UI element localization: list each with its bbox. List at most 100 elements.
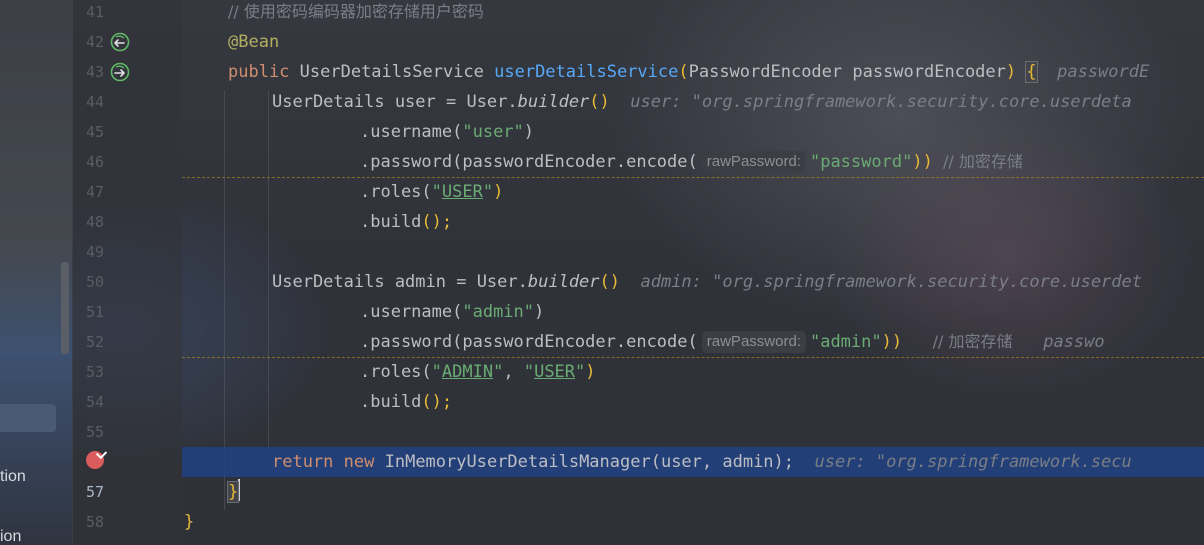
code-editor[interactable]: // 使用密码编码器加密存储用户密码 @Bean public UserDeta… [182, 0, 1204, 545]
line-number: 53 [85, 363, 104, 381]
line-number-current: 57 [85, 483, 104, 501]
line-number: 50 [85, 273, 104, 291]
code-text: ) [523, 122, 535, 142]
string-quote: " [523, 362, 535, 382]
code-text: )) [881, 332, 903, 352]
string-literal: USER [441, 182, 483, 202]
code-line-51[interactable]: .username("admin") [182, 297, 1204, 327]
code-text: ) [534, 302, 545, 322]
code-text: .password(passwordEncoder.encode( [360, 152, 698, 172]
line-number: 58 [85, 513, 104, 531]
comment: // 加密存储 [932, 152, 1023, 171]
string-literal: ADMIN [441, 362, 494, 382]
paren: () [599, 272, 621, 292]
line-number: 44 [85, 93, 104, 111]
builder-call: builder [527, 272, 600, 292]
inline-value-hint: user: "org.springframework.secu [794, 452, 1132, 472]
string-quote: " [482, 182, 494, 202]
string-literal: "admin" [809, 332, 882, 352]
code-line-44[interactable]: UserDetails user = User.builder() user: … [182, 87, 1204, 117]
code-line-45[interactable]: .username("user") [182, 117, 1204, 147]
code-text: UserDetails admin = User. [272, 272, 528, 292]
class-name: InMemoryUserDetailsManager [384, 452, 651, 472]
line-number: 46 [85, 153, 104, 171]
code-text: ) [493, 182, 504, 202]
code-text: , [503, 362, 524, 382]
keyword: new [343, 452, 385, 472]
project-panel-selected-item[interactable] [0, 404, 56, 432]
bean-annotation: @Bean [228, 32, 280, 52]
line-number: 54 [85, 393, 104, 411]
keyword: return [272, 452, 344, 472]
string-quote: " [431, 362, 442, 382]
code-text: .username( [360, 302, 463, 322]
string-quote: " [575, 362, 586, 382]
closing-brace: } [184, 512, 195, 532]
string-literal: "user" [462, 122, 524, 142]
code-text: )) [912, 152, 933, 172]
line-number: 47 [85, 183, 104, 201]
code-line-57[interactable]: } [182, 477, 1204, 507]
code-text: .roles( [360, 182, 432, 202]
code-text: UserDetails user = User. [272, 92, 518, 112]
code-line-52[interactable]: .password(passwordEncoder.encode(rawPass… [182, 327, 1204, 358]
code-line-46[interactable]: .password(passwordEncoder.encode(rawPass… [182, 147, 1204, 178]
code-text: .roles( [360, 362, 432, 382]
code-line-41[interactable]: // 使用密码编码器加密存储用户密码 [182, 0, 1204, 27]
bean-navigation-icon[interactable] [110, 62, 130, 82]
line-number: 49 [85, 243, 104, 261]
inline-value-hint: user: "org.springframework.security.core… [609, 92, 1132, 112]
line-number: 55 [85, 423, 104, 441]
paren: ( [678, 62, 689, 82]
paren: ) [1005, 62, 1027, 82]
code-text: (user, admin); [650, 452, 795, 472]
comment: // 使用密码编码器加密存储用户密码 [228, 2, 484, 21]
line-number: 51 [85, 303, 104, 321]
code-line-56-execution-point[interactable]: return new InMemoryUserDetailsManager(us… [182, 447, 1204, 477]
line-number: 52 [85, 333, 104, 351]
code-text: .build [360, 212, 422, 232]
bean-navigation-icon[interactable] [110, 32, 130, 52]
code-line-50[interactable]: UserDetails admin = User.builder() admin… [182, 267, 1204, 297]
code-line-47[interactable]: .roles("USER") [182, 177, 1204, 207]
code-text: .build [360, 392, 422, 412]
code-line-42[interactable]: @Bean [182, 27, 1204, 57]
closing-brace: } [226, 481, 240, 503]
project-panel-item[interactable]: tion [0, 468, 26, 486]
project-panel-item[interactable]: ion [0, 528, 21, 545]
string-literal: USER [534, 362, 576, 382]
opening-brace: { [1025, 61, 1038, 83]
method-name: userDetailsService [494, 62, 679, 82]
keyword: public [228, 62, 300, 82]
inline-value-hint: admin: "org.springframework.security.cor… [620, 272, 1142, 292]
string-quote: " [431, 182, 442, 202]
line-number: 48 [85, 213, 104, 231]
text-caret [238, 479, 241, 501]
inline-value-hint: passwo [1012, 332, 1105, 352]
parameters: PasswordEncoder passwordEncoder [688, 62, 1006, 82]
line-number: 41 [85, 3, 104, 21]
code-line-53[interactable]: .roles("ADMIN", "USER") [182, 357, 1204, 387]
code-text: ) [585, 362, 596, 382]
code-text: (); [421, 392, 453, 412]
code-line-54[interactable]: .build(); [182, 387, 1204, 417]
string-literal: "password" [809, 152, 913, 172]
code-line-58[interactable]: } [182, 507, 1204, 537]
project-panel-scrollbar[interactable] [61, 262, 69, 354]
line-number: 45 [85, 123, 104, 141]
string-quote: " [493, 362, 504, 382]
inline-value-hint: passwordE [1036, 62, 1150, 82]
paren: () [589, 92, 610, 112]
line-number: 43 [85, 63, 104, 81]
project-panel[interactable]: tion ion [0, 0, 72, 545]
breakpoint-icon[interactable] [86, 451, 104, 469]
parameter-name-hint: rawPassword: [701, 331, 806, 353]
line-number: 42 [85, 33, 104, 51]
code-line-43[interactable]: public UserDetailsService userDetailsSer… [182, 57, 1204, 87]
parameter-name-hint: rawPassword: [701, 151, 806, 173]
code-text: .username( [360, 122, 463, 142]
builder-call: builder [517, 92, 590, 112]
string-literal: "admin" [462, 302, 535, 322]
code-text: .password(passwordEncoder.encode( [360, 332, 698, 352]
code-line-48[interactable]: .build(); [182, 207, 1204, 237]
